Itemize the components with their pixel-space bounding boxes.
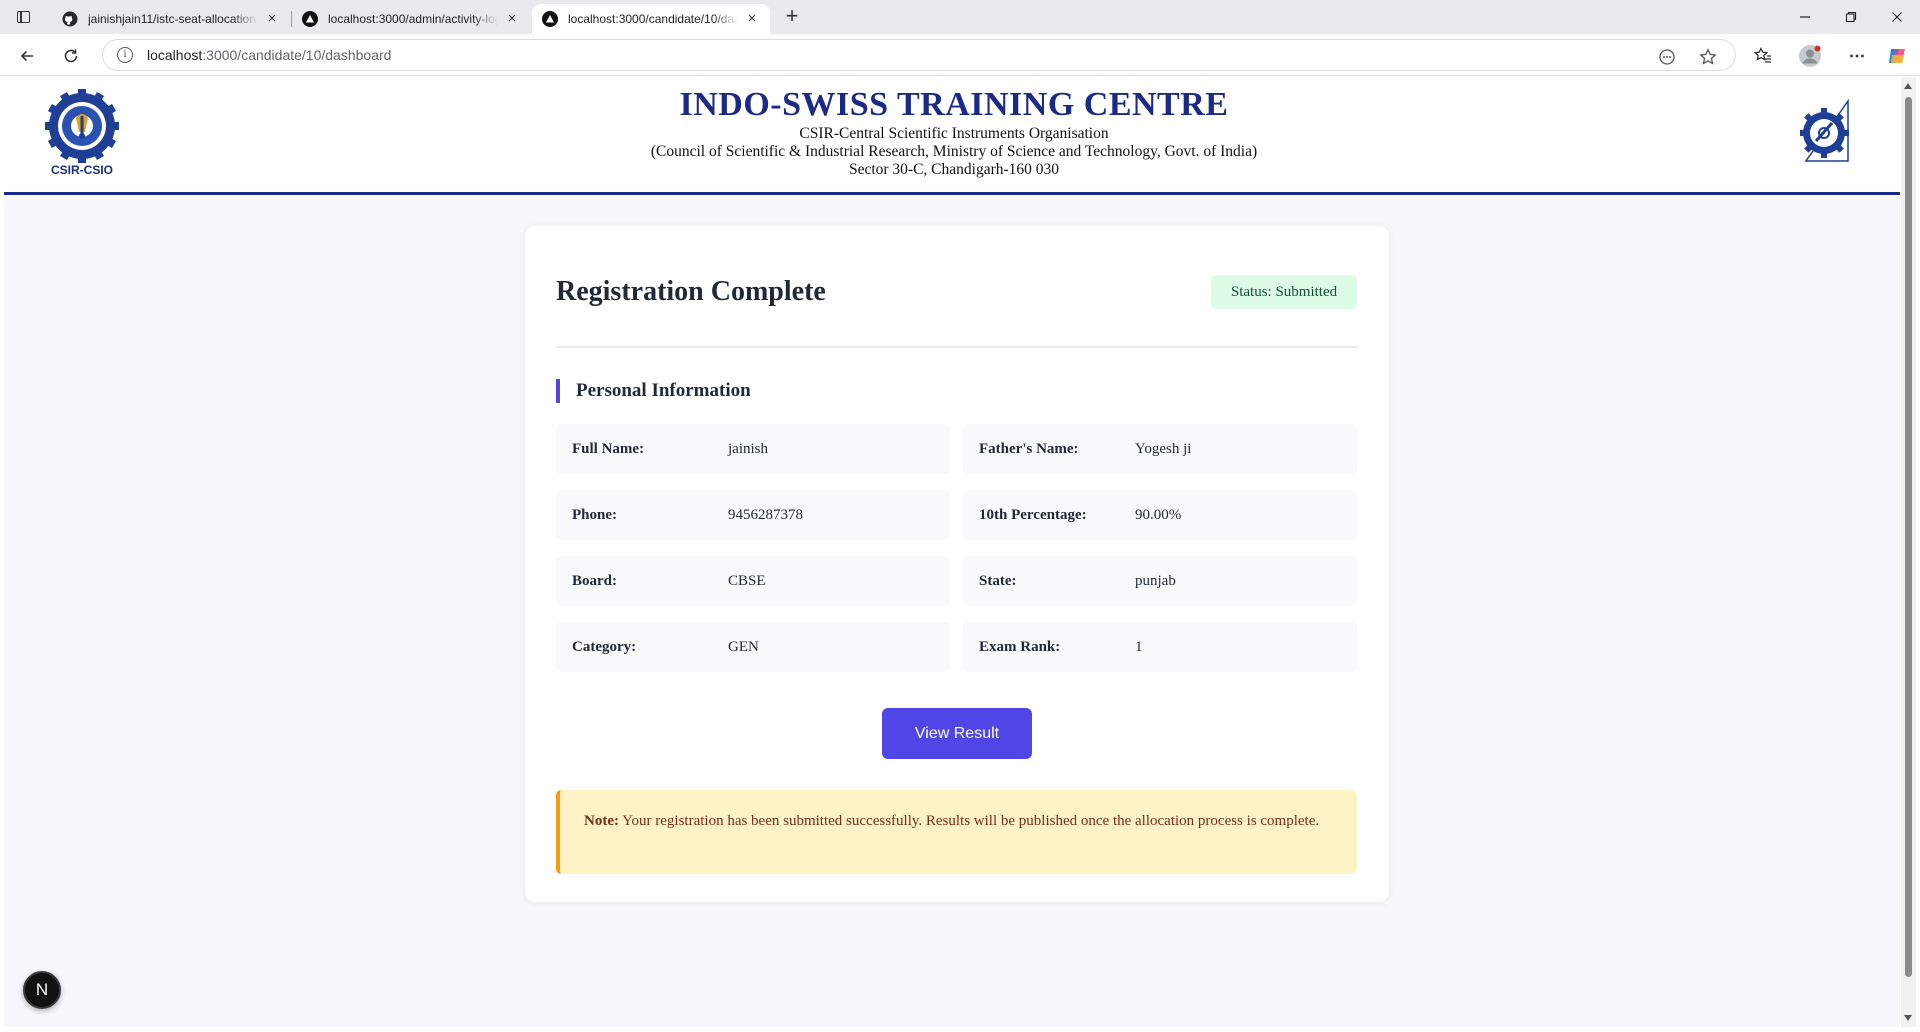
info-father-name: Father's Name: Yogesh ji bbox=[963, 424, 1357, 474]
istc-emblem-icon bbox=[1799, 98, 1849, 162]
nextjs-favicon-icon bbox=[542, 11, 558, 27]
info-board: Board: CBSE bbox=[556, 556, 950, 606]
field-label: State: bbox=[979, 573, 1017, 589]
header-council: (Council of Scientific & Industrial Rese… bbox=[650, 143, 1258, 160]
scroll-down-icon[interactable] bbox=[1904, 1015, 1912, 1021]
field-label: Phone: bbox=[572, 507, 617, 523]
view-result-button[interactable]: View Result bbox=[882, 708, 1032, 759]
read-aloud-icon[interactable] bbox=[1657, 47, 1677, 67]
tab-github[interactable]: jainishjain11/istc-seat-allocation: ... … bbox=[52, 4, 290, 34]
profile-avatar-icon[interactable] bbox=[1797, 43, 1823, 69]
note-text: Your registration has been submitted suc… bbox=[618, 813, 1320, 829]
status-badge: Status: Submitted bbox=[1211, 275, 1357, 309]
csir-logo: CSIR-CSIO bbox=[42, 89, 122, 181]
tab-title: localhost:3000/candidate/10/dashboard bbox=[568, 12, 738, 26]
field-value: CBSE bbox=[728, 573, 766, 589]
url-text: localhost:3000/candidate/10/dashboard bbox=[147, 47, 392, 63]
field-label: Father's Name: bbox=[979, 441, 1079, 457]
info-full-name: Full Name: jainish bbox=[556, 424, 950, 474]
field-value: GEN bbox=[728, 639, 759, 655]
scrollbar-thumb[interactable] bbox=[1905, 97, 1912, 977]
page-scrollbar[interactable] bbox=[1901, 77, 1916, 1027]
new-tab-button[interactable]: + bbox=[781, 5, 803, 28]
registration-title: Registration Complete bbox=[556, 276, 826, 307]
restore-button[interactable] bbox=[1828, 0, 1874, 34]
info-phone: Phone: 9456287378 bbox=[556, 490, 950, 540]
close-tab-icon[interactable]: × bbox=[504, 11, 520, 27]
tab-dashboard[interactable]: localhost:3000/candidate/10/dashboard × bbox=[532, 4, 770, 34]
istc-logo bbox=[1799, 91, 1854, 167]
registration-card: Registration Complete Status: Submitted … bbox=[525, 226, 1389, 902]
site-info-icon[interactable]: i bbox=[117, 47, 133, 63]
field-label: Full Name: bbox=[572, 441, 645, 457]
tab-activity-logs[interactable]: localhost:3000/admin/activity-logs × bbox=[292, 4, 530, 34]
field-label: Category: bbox=[572, 639, 637, 655]
scroll-up-icon[interactable] bbox=[1904, 83, 1912, 89]
back-button[interactable] bbox=[14, 43, 40, 69]
nextjs-favicon-icon bbox=[302, 11, 318, 27]
browser-toolbar: i localhost:3000/candidate/10/dashboard bbox=[0, 34, 1920, 76]
site-header: CSIR-CSIO INDO-SWISS TRAINING CENTRE CSI… bbox=[4, 77, 1900, 195]
field-label: Exam Rank: bbox=[979, 639, 1061, 655]
tab-title: jainishjain11/istc-seat-allocation: ... bbox=[88, 12, 258, 26]
note-label: Note: bbox=[584, 813, 619, 829]
favorites-icon[interactable] bbox=[1750, 43, 1776, 69]
field-value: Yogesh ji bbox=[1135, 441, 1192, 457]
page-viewport: CSIR-CSIO INDO-SWISS TRAINING CENTRE CSI… bbox=[4, 77, 1900, 1027]
field-value: 1 bbox=[1135, 639, 1143, 655]
info-10th-percentage: 10th Percentage: 90.00% bbox=[963, 490, 1357, 540]
header-address: Sector 30-C, Chandigarh-160 030 bbox=[848, 161, 1060, 178]
institution-heading: INDO-SWISS TRAINING CENTRE CSIR-Central … bbox=[444, 85, 1464, 179]
close-tab-icon[interactable]: × bbox=[264, 11, 280, 27]
page-title: INDO-SWISS TRAINING CENTRE bbox=[679, 86, 1229, 123]
header-subtitle: CSIR-Central Scientific Instruments Orga… bbox=[799, 125, 1109, 142]
close-window-button[interactable] bbox=[1874, 0, 1920, 34]
field-value: 9456287378 bbox=[728, 507, 803, 523]
personal-info-heading: Personal Information bbox=[556, 379, 751, 403]
field-value: jainish bbox=[728, 441, 768, 457]
info-exam-rank: Exam Rank: 1 bbox=[963, 622, 1357, 672]
tab-actions-icon[interactable] bbox=[14, 8, 34, 26]
github-icon bbox=[62, 11, 78, 27]
note-box: Note: Your registration has been submitt… bbox=[556, 790, 1357, 874]
favorite-star-icon[interactable] bbox=[1698, 47, 1718, 67]
csir-gear-emblem-icon bbox=[45, 89, 119, 163]
info-category: Category: GEN bbox=[556, 622, 950, 672]
nextjs-dev-tools-button[interactable]: N bbox=[23, 971, 61, 1009]
browser-tabstrip: jainishjain11/istc-seat-allocation: ... … bbox=[0, 0, 1920, 34]
divider bbox=[556, 346, 1357, 348]
field-label: Board: bbox=[572, 573, 617, 589]
close-tab-icon[interactable]: × bbox=[744, 11, 760, 27]
tab-title: localhost:3000/admin/activity-logs bbox=[328, 12, 498, 26]
field-value: punjab bbox=[1135, 573, 1176, 589]
info-state: State: punjab bbox=[963, 556, 1357, 606]
more-options-icon[interactable] bbox=[1844, 43, 1870, 69]
address-bar[interactable]: i localhost:3000/candidate/10/dashboard bbox=[102, 39, 1736, 71]
copilot-icon[interactable] bbox=[1884, 43, 1910, 69]
field-value: 90.00% bbox=[1135, 507, 1182, 523]
csir-logo-caption: CSIR-CSIO bbox=[50, 163, 113, 177]
minimize-button[interactable] bbox=[1782, 0, 1828, 34]
field-label: 10th Percentage: bbox=[979, 507, 1087, 523]
reload-button[interactable] bbox=[58, 43, 84, 69]
